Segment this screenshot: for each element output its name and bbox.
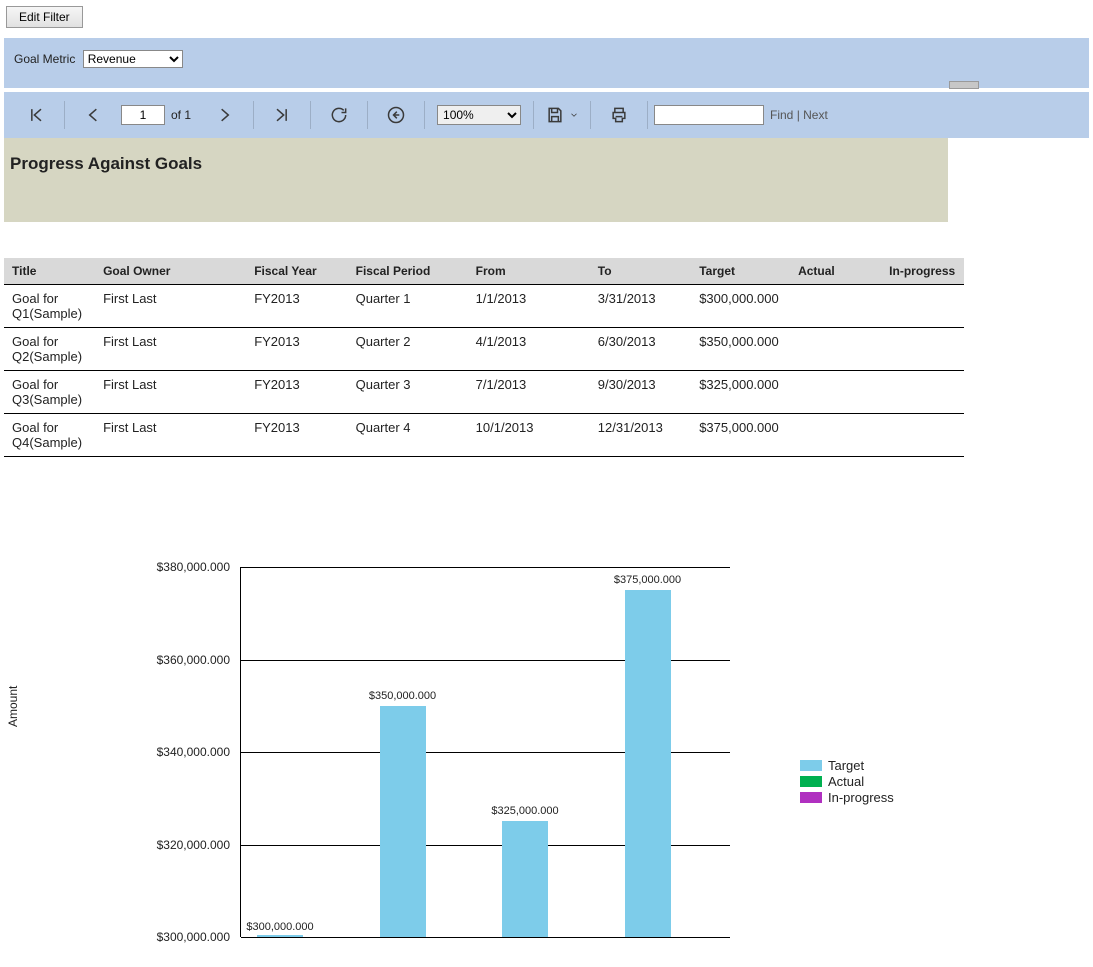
table-cell: FY2013 xyxy=(246,414,347,457)
table-cell: FY2013 xyxy=(246,328,347,371)
chart-gridline xyxy=(241,567,730,568)
column-header: Actual xyxy=(790,258,881,285)
prev-page-button[interactable] xyxy=(65,100,121,130)
report-header: Progress Against Goals xyxy=(4,138,948,222)
table-cell xyxy=(790,371,881,414)
chart-y-axis-label: Amount xyxy=(6,686,20,727)
find-input[interactable] xyxy=(654,105,764,125)
print-button[interactable] xyxy=(591,100,647,130)
chart-ytick-label: $340,000.000 xyxy=(100,745,230,759)
table-cell: 12/31/2013 xyxy=(590,414,691,457)
chart-ytick-label: $360,000.000 xyxy=(100,653,230,667)
chart-gridline xyxy=(241,937,730,938)
next-page-button[interactable] xyxy=(197,100,253,130)
table-cell: Quarter 4 xyxy=(348,414,468,457)
zoom-select[interactable]: 100% xyxy=(437,105,521,125)
chart-bar xyxy=(380,706,426,937)
goal-metric-label: Goal Metric xyxy=(14,52,75,66)
page-total-label: of 1 xyxy=(171,108,191,122)
table-cell: Goal for Q4(Sample) xyxy=(4,414,95,457)
table-cell: Goal for Q1(Sample) xyxy=(4,285,95,328)
legend-item: Actual xyxy=(800,774,894,789)
legend-item: In-progress xyxy=(800,790,894,805)
table-cell: Goal for Q3(Sample) xyxy=(4,371,95,414)
report-toolbar: of 1 100% Find | Next xyxy=(4,92,1089,138)
legend-swatch xyxy=(800,792,822,803)
table-cell xyxy=(790,328,881,371)
page-number-input[interactable] xyxy=(121,105,165,125)
chart-bar-label: $325,000.000 xyxy=(491,805,558,817)
first-page-button[interactable] xyxy=(8,100,64,130)
table-cell: Quarter 2 xyxy=(348,328,468,371)
back-button[interactable] xyxy=(368,100,424,130)
table-row: Goal for Q2(Sample)First LastFY2013Quart… xyxy=(4,328,964,371)
legend-label: In-progress xyxy=(828,790,894,805)
chart-legend: TargetActualIn-progress xyxy=(800,757,894,806)
chart-area: Amount $300,000.000$320,000.000$340,000.… xyxy=(100,567,900,967)
refresh-button[interactable] xyxy=(311,100,367,130)
table-cell xyxy=(881,371,964,414)
chart-ytick-label: $380,000.000 xyxy=(100,560,230,574)
collapse-handle[interactable] xyxy=(949,81,979,89)
legend-label: Target xyxy=(828,758,864,773)
table-cell xyxy=(790,414,881,457)
table-cell: First Last xyxy=(95,285,246,328)
last-page-button[interactable] xyxy=(254,100,310,130)
table-cell: $300,000.000 xyxy=(691,285,790,328)
chart-bar-label: $300,000.000 xyxy=(246,921,313,933)
chart-bar-label: $375,000.000 xyxy=(614,574,681,586)
table-cell: $375,000.000 xyxy=(691,414,790,457)
table-cell: Quarter 1 xyxy=(348,285,468,328)
table-cell: $350,000.000 xyxy=(691,328,790,371)
table-row: Goal for Q4(Sample)First LastFY2013Quart… xyxy=(4,414,964,457)
column-header: In-progress xyxy=(881,258,964,285)
table-cell xyxy=(881,285,964,328)
goal-metric-select[interactable]: Revenue xyxy=(83,50,183,68)
table-cell: 4/1/2013 xyxy=(468,328,590,371)
legend-swatch xyxy=(800,776,822,787)
table-cell: Goal for Q2(Sample) xyxy=(4,328,95,371)
table-cell: First Last xyxy=(95,414,246,457)
table-cell: $325,000.000 xyxy=(691,371,790,414)
table-cell: 9/30/2013 xyxy=(590,371,691,414)
column-header: Target xyxy=(691,258,790,285)
column-header: Title xyxy=(4,258,95,285)
table-cell: First Last xyxy=(95,328,246,371)
table-cell: FY2013 xyxy=(246,285,347,328)
chart-bar-label: $350,000.000 xyxy=(369,690,436,702)
column-header: Goal Owner xyxy=(95,258,246,285)
parameter-bar: Goal Metric Revenue xyxy=(4,38,1089,88)
chart-bar xyxy=(257,935,303,937)
goals-table: TitleGoal OwnerFiscal YearFiscal PeriodF… xyxy=(4,258,964,457)
table-row: Goal for Q3(Sample)First LastFY2013Quart… xyxy=(4,371,964,414)
table-cell xyxy=(790,285,881,328)
table-cell: First Last xyxy=(95,371,246,414)
chart-ytick-label: $320,000.000 xyxy=(100,838,230,852)
column-header: From xyxy=(468,258,590,285)
find-next-label[interactable]: Find | Next xyxy=(770,108,828,122)
chart-bar xyxy=(625,590,671,937)
table-cell: 3/31/2013 xyxy=(590,285,691,328)
table-cell: Quarter 3 xyxy=(348,371,468,414)
chart-ytick-label: $300,000.000 xyxy=(100,930,230,944)
table-cell xyxy=(881,414,964,457)
edit-filter-button[interactable]: Edit Filter xyxy=(6,6,83,28)
table-cell: 10/1/2013 xyxy=(468,414,590,457)
table-row: Goal for Q1(Sample)First LastFY2013Quart… xyxy=(4,285,964,328)
column-header: Fiscal Year xyxy=(246,258,347,285)
column-header: To xyxy=(590,258,691,285)
table-cell: FY2013 xyxy=(246,371,347,414)
column-header: Fiscal Period xyxy=(348,258,468,285)
legend-item: Target xyxy=(800,758,894,773)
chart-plot: $300,000.000$320,000.000$340,000.000$360… xyxy=(240,567,730,937)
table-cell xyxy=(881,328,964,371)
table-cell: 7/1/2013 xyxy=(468,371,590,414)
table-cell: 6/30/2013 xyxy=(590,328,691,371)
legend-swatch xyxy=(800,760,822,771)
save-button[interactable] xyxy=(534,100,590,130)
chart-bar xyxy=(502,821,548,937)
legend-label: Actual xyxy=(828,774,864,789)
report-title: Progress Against Goals xyxy=(10,154,202,173)
table-cell: 1/1/2013 xyxy=(468,285,590,328)
